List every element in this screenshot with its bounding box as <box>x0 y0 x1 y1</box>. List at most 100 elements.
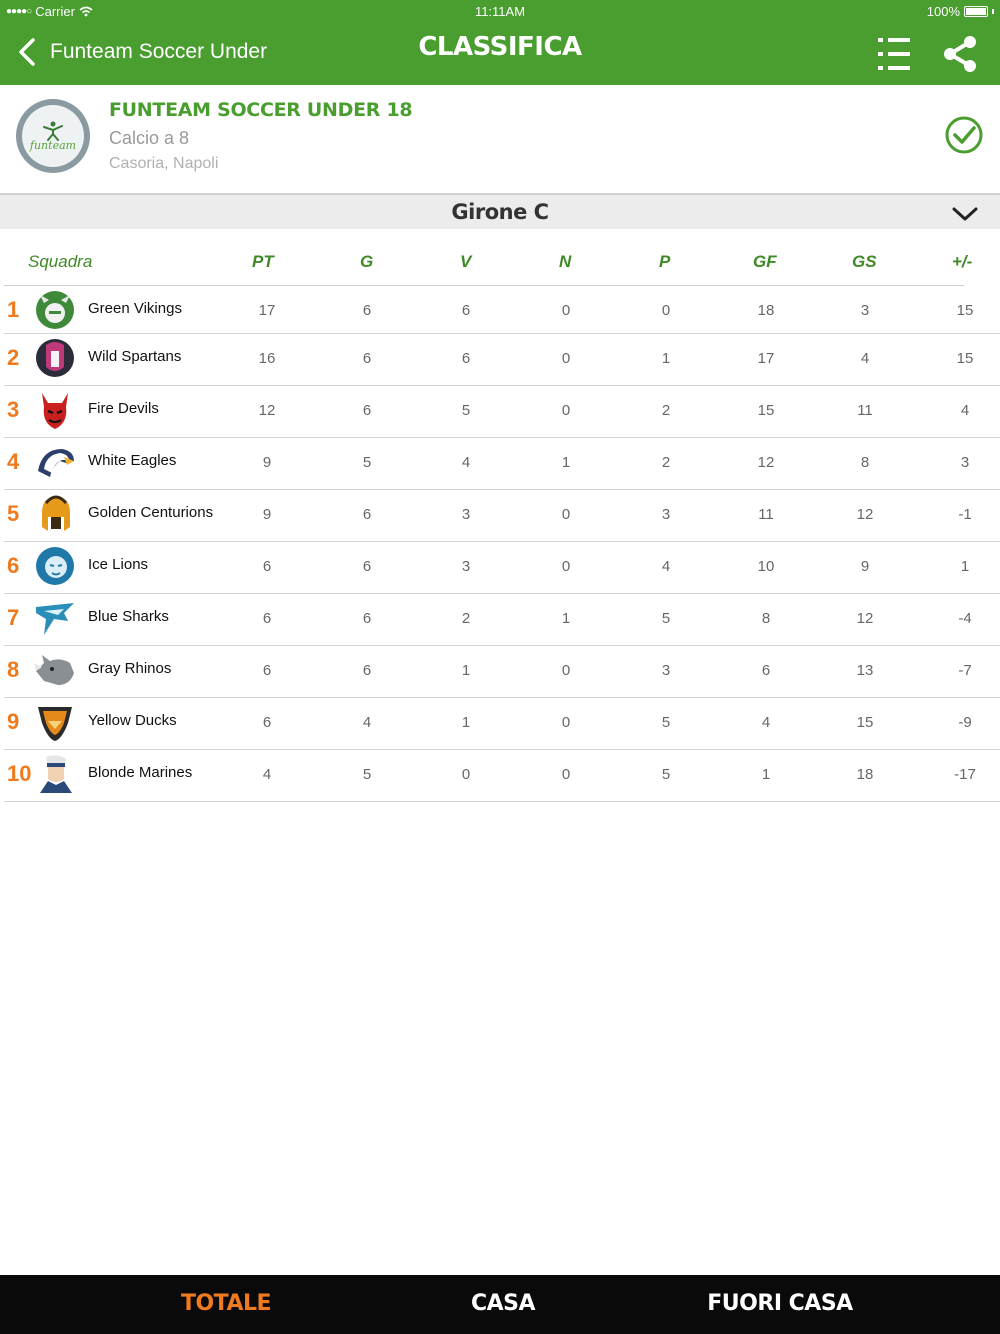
goals-against-cell: 12 <box>856 610 874 627</box>
goal-diff-cell: 15 <box>956 302 974 319</box>
goal-diff-cell: 15 <box>956 350 974 367</box>
chevron-left-icon <box>19 38 35 66</box>
losses-cell: 0 <box>661 302 671 319</box>
table-row[interactable]: 10 Blonde Marines 4 5 0 0 5 1 18 -17 <box>4 750 1000 802</box>
draws-cell: 0 <box>561 662 571 679</box>
wins-cell: 5 <box>461 402 471 419</box>
team-sport: Calcio a 8 <box>109 128 190 148</box>
share-icon[interactable] <box>940 34 980 74</box>
goals-against-cell: 8 <box>860 454 870 471</box>
bottom-tab-bar: TOTALE CASA FUORI CASA <box>0 1275 1000 1334</box>
losses-cell: 3 <box>661 506 671 523</box>
team-name-cell: Golden Centurions <box>88 504 214 521</box>
header-wins: V <box>460 252 472 271</box>
goals-for-cell: 15 <box>757 402 775 419</box>
row-position: 4 <box>7 449 20 474</box>
draws-cell: 0 <box>561 302 571 319</box>
table-row[interactable]: 6 Ice Lions 6 6 3 0 4 10 9 1 <box>4 542 1000 594</box>
shark-crest-icon <box>36 603 74 635</box>
tab-casa[interactable]: CASA <box>403 1291 603 1316</box>
back-button[interactable]: Funteam Soccer Under <box>16 34 267 70</box>
header-goal-diff: +/- <box>952 252 973 271</box>
battery-tip <box>992 9 994 14</box>
viking-crest-icon <box>36 291 74 329</box>
wins-cell: 4 <box>461 454 471 471</box>
draws-cell: 0 <box>561 402 571 419</box>
table-header: Squadra PT G V N P GF GS +/- <box>0 244 1000 284</box>
goal-diff-cell: 1 <box>960 558 970 575</box>
spartan-crest-icon <box>36 339 74 377</box>
table-row[interactable]: 8 Gray Rhinos 6 6 1 0 3 6 13 -7 <box>4 646 1000 698</box>
wins-cell: 6 <box>461 350 471 367</box>
points-cell: 9 <box>262 454 272 471</box>
check-circle-icon[interactable] <box>944 115 984 155</box>
tab-fuori-casa[interactable]: FUORI CASA <box>680 1291 880 1316</box>
row-position: 10 <box>7 761 32 786</box>
played-cell: 6 <box>362 662 372 679</box>
table-row[interactable]: 5 Golden Centurions 9 6 3 0 3 11 12 -1 <box>4 490 1000 542</box>
goals-for-cell: 4 <box>761 714 771 731</box>
rhino-crest-icon <box>34 655 74 685</box>
battery-label: 100% <box>926 4 960 19</box>
table-row[interactable]: 2 Wild Spartans 16 6 6 0 1 17 4 15 <box>4 334 1000 386</box>
draws-cell: 0 <box>561 714 571 731</box>
eagle-crest-icon <box>38 449 74 477</box>
table-row[interactable]: 9 Yellow Ducks 6 4 1 0 5 4 15 -9 <box>4 698 1000 750</box>
played-cell: 5 <box>362 454 372 471</box>
team-name-cell: Green Vikings <box>88 300 182 317</box>
goals-for-cell: 8 <box>761 610 771 627</box>
goals-against-cell: 18 <box>856 766 874 783</box>
wins-cell: 6 <box>461 302 471 319</box>
goal-diff-cell: -9 <box>958 714 972 731</box>
draws-cell: 1 <box>561 610 571 627</box>
battery-indicator: 100% <box>927 4 994 19</box>
losses-cell: 1 <box>661 350 671 367</box>
wins-cell: 3 <box>461 558 471 575</box>
goals-against-cell: 15 <box>856 714 874 731</box>
lion-crest-icon <box>36 547 74 585</box>
table-row[interactable]: 3 Fire Devils 12 6 5 0 2 15 11 4 <box>4 386 1000 438</box>
goals-for-cell: 18 <box>757 302 775 319</box>
played-cell: 6 <box>362 402 372 419</box>
wins-cell: 0 <box>461 766 471 783</box>
team-city: Casoria, Napoli <box>109 155 219 172</box>
losses-cell: 5 <box>661 610 671 627</box>
tab-totale[interactable]: TOTALE <box>126 1291 326 1316</box>
table-row[interactable]: 1 Green Vikings 17 6 6 0 0 18 3 15 <box>4 286 1000 334</box>
goals-against-cell: 11 <box>857 402 873 419</box>
draws-cell: 1 <box>561 454 571 471</box>
losses-cell: 2 <box>661 402 671 419</box>
points-cell: 9 <box>262 506 272 523</box>
player-figure-icon <box>43 121 63 141</box>
team-name-cell: Gray Rhinos <box>88 660 172 677</box>
goals-against-cell: 9 <box>860 558 870 575</box>
group-selector[interactable]: Girone C <box>0 193 1000 229</box>
row-position: 9 <box>7 709 20 734</box>
standings-table: 1 Green Vikings 17 6 6 0 0 18 3 15 2 Wil… <box>0 286 1000 802</box>
team-header: funteam FUNTEAM SOCCER UNDER 18 Calcio a… <box>0 85 1000 193</box>
list-icon[interactable] <box>874 34 914 74</box>
header-points: PT <box>252 252 274 271</box>
losses-cell: 5 <box>661 766 671 783</box>
row-position: 6 <box>7 553 20 578</box>
goal-diff-cell: 3 <box>960 454 970 471</box>
team-name-cell: Blue Sharks <box>88 608 169 625</box>
standings-screen: ●●●●○ Carrier 11:11AM 100% Funteam Socce… <box>0 0 1000 1334</box>
goals-for-cell: 17 <box>757 350 775 367</box>
wins-cell: 1 <box>461 662 471 679</box>
goals-against-cell: 4 <box>860 350 870 367</box>
header-draws: N <box>559 252 572 271</box>
team-name-cell: Blonde Marines <box>88 764 193 781</box>
group-label: Girone C <box>451 200 549 224</box>
table-row[interactable]: 7 Blue Sharks 6 6 2 1 5 8 12 -4 <box>4 594 1000 646</box>
header-played: G <box>360 252 374 271</box>
table-row[interactable]: 4 White Eagles 9 5 4 1 2 12 8 3 <box>4 438 1000 490</box>
page-title: CLASSIFICA <box>418 32 582 62</box>
row-position: 3 <box>7 397 20 422</box>
points-cell: 6 <box>262 558 272 575</box>
played-cell: 6 <box>362 610 372 627</box>
played-cell: 4 <box>362 714 372 731</box>
losses-cell: 5 <box>661 714 671 731</box>
goals-against-cell: 12 <box>856 506 874 523</box>
goals-for-cell: 10 <box>757 558 775 575</box>
